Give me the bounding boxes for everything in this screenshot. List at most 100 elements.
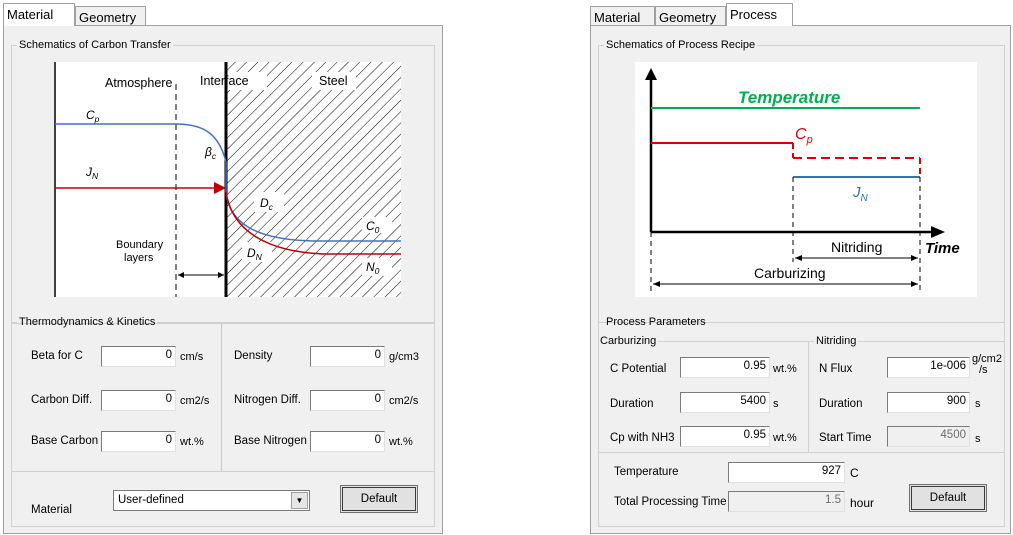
cp-subscript: p [806,134,813,146]
material-label: Material [31,504,72,516]
arrow-right-head [911,281,918,287]
boundary-label-line1: Boundary [116,239,164,251]
process-panel: Schematics of Process Recipe Temperature… [590,25,1011,534]
right-default-button[interactable]: Default [909,484,987,512]
carbon-diff-label: Carbon Diff. [31,394,93,406]
cp-main: C [795,126,807,143]
nitriding-duration-unit: s [975,398,981,410]
cp-label: Cp [86,108,100,124]
beta-for-c-label: Beta for C [31,350,83,362]
cp-nh3-label: Cp with NH3 [610,432,675,444]
chevron-down-icon[interactable]: ▼ [291,492,308,509]
jn-subscript: N [92,171,99,181]
jn-label: JN [852,184,869,204]
y-axis-arrowhead [645,68,657,80]
dc-main: D [260,196,269,210]
base-nitrogen-input[interactable]: 0 [310,431,385,452]
arrow-right-head [218,272,224,278]
tab-geometry[interactable]: Geometry [75,6,146,26]
temperature-unit: C [850,466,859,480]
group-title: Schematics of Process Recipe [606,39,756,51]
carbon-transfer-diagram: Atmosphere Interface Steel Cp JN βc Dc C… [54,62,401,297]
group-divider [221,323,222,471]
duration-label: Duration [610,398,654,410]
arrow-left-head [795,255,802,261]
c0-main: C [366,219,375,233]
duration-input[interactable]: 5400 [680,392,770,413]
total-time-input[interactable]: 1.5 [728,491,845,512]
cp-label: Cp [795,126,813,146]
nitrogen-diff-input[interactable]: 0 [310,390,385,411]
cp-nh3-input[interactable]: 0.95 [680,426,770,447]
n0-main: N [366,260,375,274]
carbon-diff-input[interactable]: 0 [101,390,176,411]
temperature-input[interactable]: 927 [728,462,845,483]
n-flux-label: N Flux [819,363,853,375]
left-default-button[interactable]: Default [340,485,418,513]
arrow-right-head [911,255,918,261]
material-selected-value: User-defined [118,494,184,506]
nitrogen-diff-label: Nitrogen Diff. [234,394,301,406]
carburizing-label: Carburizing [754,265,826,281]
cp-subscript: p [94,114,100,124]
x-axis-arrowhead [931,226,945,238]
start-time-input[interactable]: 4500 [887,426,970,447]
material-dropdown[interactable]: User-defined ▼ [113,490,310,511]
subgroup-title: Nitriding [816,335,857,347]
c-potential-label: C Potential [610,363,667,375]
temperature-label: Temperature [738,88,840,107]
subgroup-title: Carburizing [600,335,657,347]
group-title: Process Parameters [606,316,706,328]
nitriding-duration-input[interactable]: 900 [887,392,970,413]
nitriding-duration-label: Duration [819,398,863,410]
nitrogen-diff-unit: cm2/s [389,395,419,407]
total-time-label: Total Processing Time [614,496,727,508]
density-unit: g/cm3 [389,351,419,363]
beta-label: βc [204,145,217,161]
tab-material[interactable]: Material [3,3,75,26]
tab-process[interactable]: Process [726,3,793,26]
start-time-label: Start Time [819,432,872,444]
flux-arrowhead [214,182,226,194]
arrow-left-head [653,281,660,287]
jn-label: JN [85,165,99,181]
beta-for-c-input[interactable]: 0 [101,346,176,367]
c-potential-input[interactable]: 0.95 [680,357,770,378]
beta-unit: cm/s [180,351,204,363]
beta-main: β [204,145,212,159]
steel-label: Steel [319,74,348,88]
n0-subscript: 0 [375,266,380,276]
group-title: Schematics of Carbon Transfer [19,39,171,51]
duration-unit: s [773,398,779,410]
base-carbon-label: Base Carbon [31,435,99,447]
interface-label: Interface [200,74,249,88]
tab-geometry[interactable]: Geometry [655,6,726,26]
jn-subscript: N [861,193,869,204]
base-nitrogen-label: Base Nitrogen [234,435,307,447]
material-panel: Schematics of Carbon Transfer Atmosphere… [3,25,443,534]
n-flux-input[interactable]: 1e-006 [887,357,970,378]
beta-subscript: c [212,151,217,161]
process-recipe-schematic: Temperature Cp JN Nitriding Time Carburi… [635,62,977,297]
carbon-diff-unit: cm2/s [180,395,210,407]
time-axis-label: Time [925,240,960,257]
base-nitrogen-unit: wt.% [389,436,413,448]
start-time-unit: s [975,433,981,445]
carbon-transfer-schematic: Atmosphere Interface Steel Cp JN βc Dc C… [54,62,401,297]
arrow-left-head [178,272,184,278]
density-input[interactable]: 0 [310,346,385,367]
base-carbon-input[interactable]: 0 [101,431,176,452]
c-potential-unit: wt.% [773,363,797,375]
cp-nh3-unit: wt.% [773,432,797,444]
density-label: Density [234,350,273,362]
group-title: Thermodynamics & Kinetics [19,316,156,328]
base-carbon-unit: wt.% [180,436,204,448]
boundary-label-line2: layers [124,252,154,264]
total-time-unit: hour [850,496,875,510]
n-flux-unit: g/cm2 /s [972,354,1002,376]
nitriding-label: Nitriding [831,239,882,255]
n-flux-unit-bottom: /s [979,364,988,376]
atmosphere-label: Atmosphere [105,76,172,90]
tab-material[interactable]: Material [590,6,655,26]
process-recipe-diagram: Temperature Cp JN Nitriding Time Carburi… [645,68,960,292]
